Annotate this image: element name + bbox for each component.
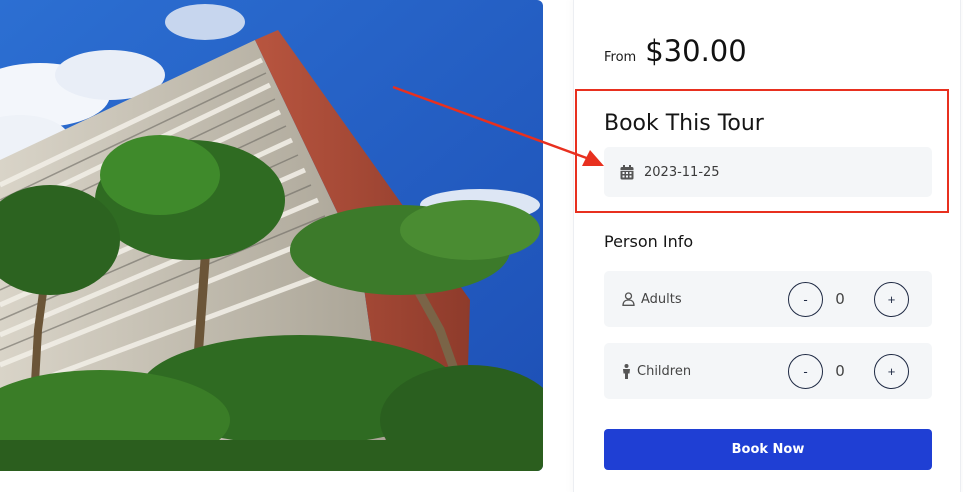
adults-label-wrap: Adults [622, 271, 682, 327]
tour-photo [0, 0, 543, 471]
children-row: Children - 0 + [604, 343, 932, 399]
children-label-wrap: Children [622, 343, 691, 399]
adults-row: Adults - 0 + [604, 271, 932, 327]
book-now-button[interactable]: Book Now [604, 429, 932, 470]
person-info-title: Person Info [604, 232, 694, 251]
price: From $30.00 [604, 34, 747, 68]
adults-count: 0 [835, 290, 845, 308]
children-label: Children [637, 363, 692, 379]
adults-decrement-button[interactable]: - [788, 282, 823, 317]
price-prefix: From [604, 50, 637, 65]
tour-photo-illustration [0, 0, 543, 471]
page: From $30.00 Book This Tour 2023-11-25 Pe… [0, 0, 963, 492]
user-icon [622, 292, 635, 306]
adults-increment-button[interactable]: + [874, 282, 909, 317]
child-icon [623, 363, 630, 379]
booking-card: From $30.00 Book This Tour 2023-11-25 Pe… [573, 0, 961, 492]
children-increment-button[interactable]: + [874, 354, 909, 389]
adults-label: Adults [641, 291, 682, 307]
children-decrement-button[interactable]: - [788, 354, 823, 389]
price-value: $30.00 [645, 34, 747, 68]
annotation-highlight-box [575, 89, 949, 213]
children-count: 0 [835, 362, 845, 380]
